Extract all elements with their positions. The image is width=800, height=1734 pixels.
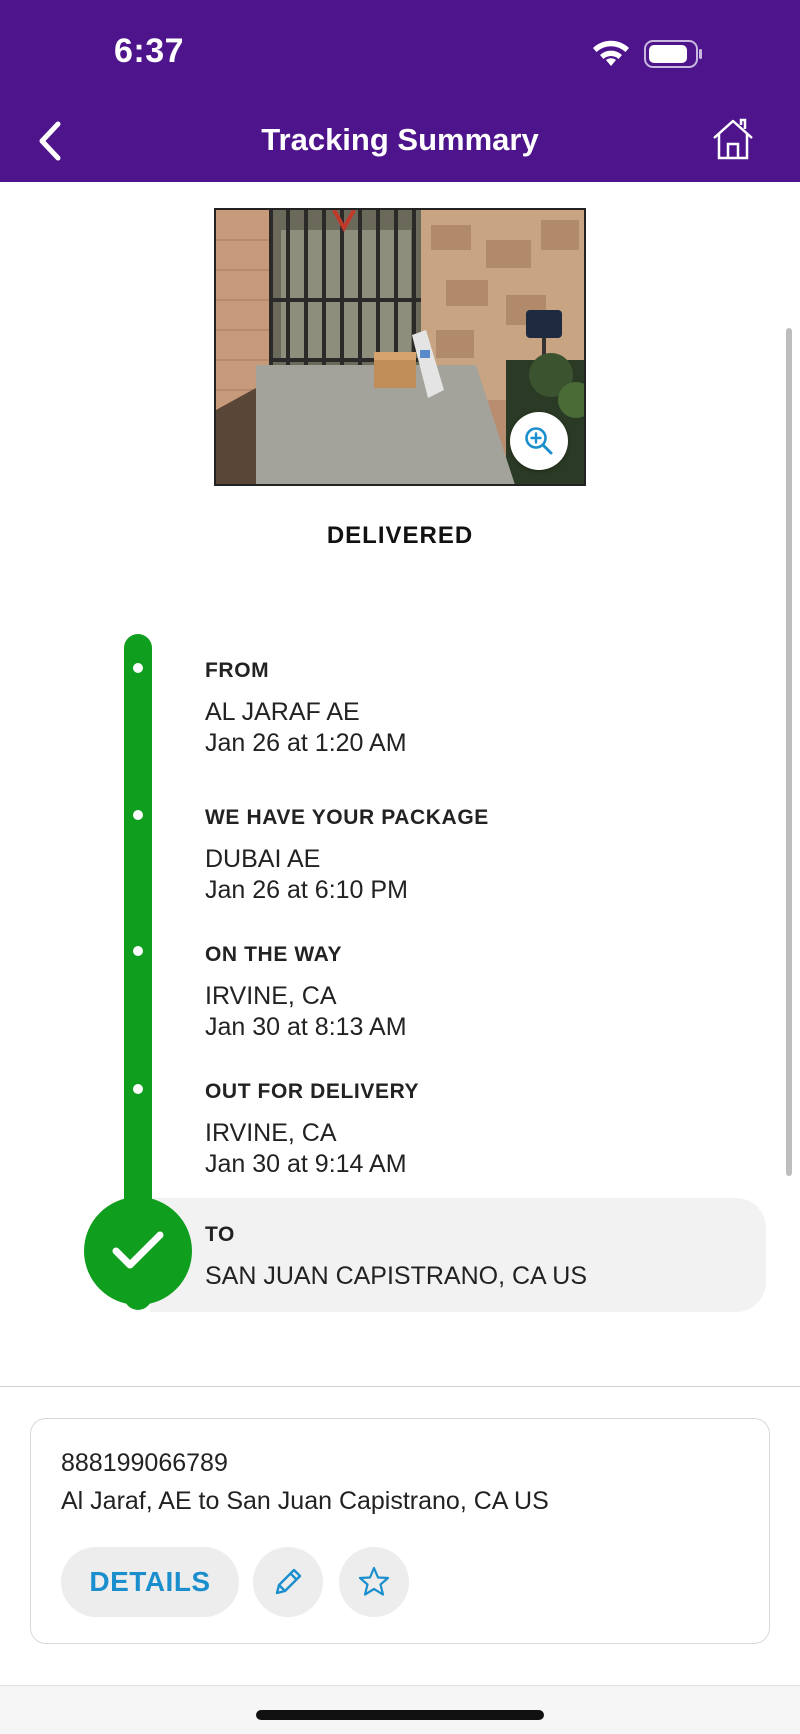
event-label: ON THE WAY [205, 943, 343, 966]
home-button[interactable] [710, 116, 756, 162]
details-button[interactable]: DETAILS [61, 1547, 239, 1617]
scrollbar[interactable] [786, 328, 792, 1176]
event-label: TO [205, 1223, 235, 1246]
event-location: IRVINE, CA [205, 1119, 337, 1147]
home-indicator[interactable] [256, 1710, 544, 1720]
home-icon [713, 118, 753, 160]
event-datetime: Jan 26 at 6:10 PM [205, 876, 408, 904]
header-bar: 6:37 Tracking Summary [0, 0, 800, 182]
event-label: OUT FOR DELIVERY [205, 1080, 420, 1103]
section-divider [0, 1386, 800, 1387]
wifi-icon [593, 40, 629, 66]
event-location: AL JARAF AE [205, 698, 360, 726]
shipment-card: 888199066789 Al Jaraf, AE to San Juan Ca… [30, 1418, 770, 1644]
zoom-in-icon [525, 427, 553, 455]
event-label: FROM [205, 659, 270, 682]
timeline-event-on-the-way: ON THE WAY IRVINE, CA Jan 30 at 8:13 AM [205, 943, 407, 1043]
event-location: IRVINE, CA [205, 982, 337, 1010]
event-datetime: Jan 26 at 1:20 AM [205, 729, 407, 757]
timeline-dot [133, 946, 143, 956]
event-location: SAN JUAN CAPISTRANO, CA US [205, 1262, 588, 1290]
timeline-event-to: TO SAN JUAN CAPISTRANO, CA US [205, 1223, 587, 1292]
timeline-dot [133, 663, 143, 673]
event-location: DUBAI AE [205, 845, 321, 873]
timeline-dot [133, 810, 143, 820]
zoom-button[interactable] [510, 412, 568, 470]
status-time: 6:37 [114, 32, 185, 70]
delivered-check-badge [84, 1197, 192, 1305]
battery-icon [644, 40, 702, 68]
timeline-event-received: WE HAVE YOUR PACKAGE DUBAI AE Jan 26 at … [205, 806, 489, 906]
page-title: Tracking Summary [261, 122, 539, 157]
tracking-number: 888199066789 [61, 1449, 228, 1477]
event-datetime: Jan 30 at 9:14 AM [205, 1150, 407, 1178]
star-icon [358, 1566, 390, 1596]
delivery-status: DELIVERED [326, 522, 474, 549]
timeline-dot [133, 1084, 143, 1094]
shipment-route: Al Jaraf, AE to San Juan Capistrano, CA … [61, 1487, 549, 1515]
event-label: WE HAVE YOUR PACKAGE [205, 806, 489, 829]
timeline-event-from: FROM AL JARAF AE Jan 26 at 1:20 AM [205, 659, 407, 759]
timeline-event-out-for-delivery: OUT FOR DELIVERY IRVINE, CA Jan 30 at 9:… [205, 1080, 419, 1180]
event-datetime: Jan 30 at 8:13 AM [205, 1013, 407, 1041]
tracking-summary-screen: 6:37 Tracking Summary DELIVERED FROM AL … [0, 0, 800, 1734]
favorite-button[interactable] [339, 1547, 409, 1617]
edit-button[interactable] [253, 1547, 323, 1617]
checkmark-icon [112, 1231, 164, 1269]
pencil-icon [275, 1568, 302, 1595]
